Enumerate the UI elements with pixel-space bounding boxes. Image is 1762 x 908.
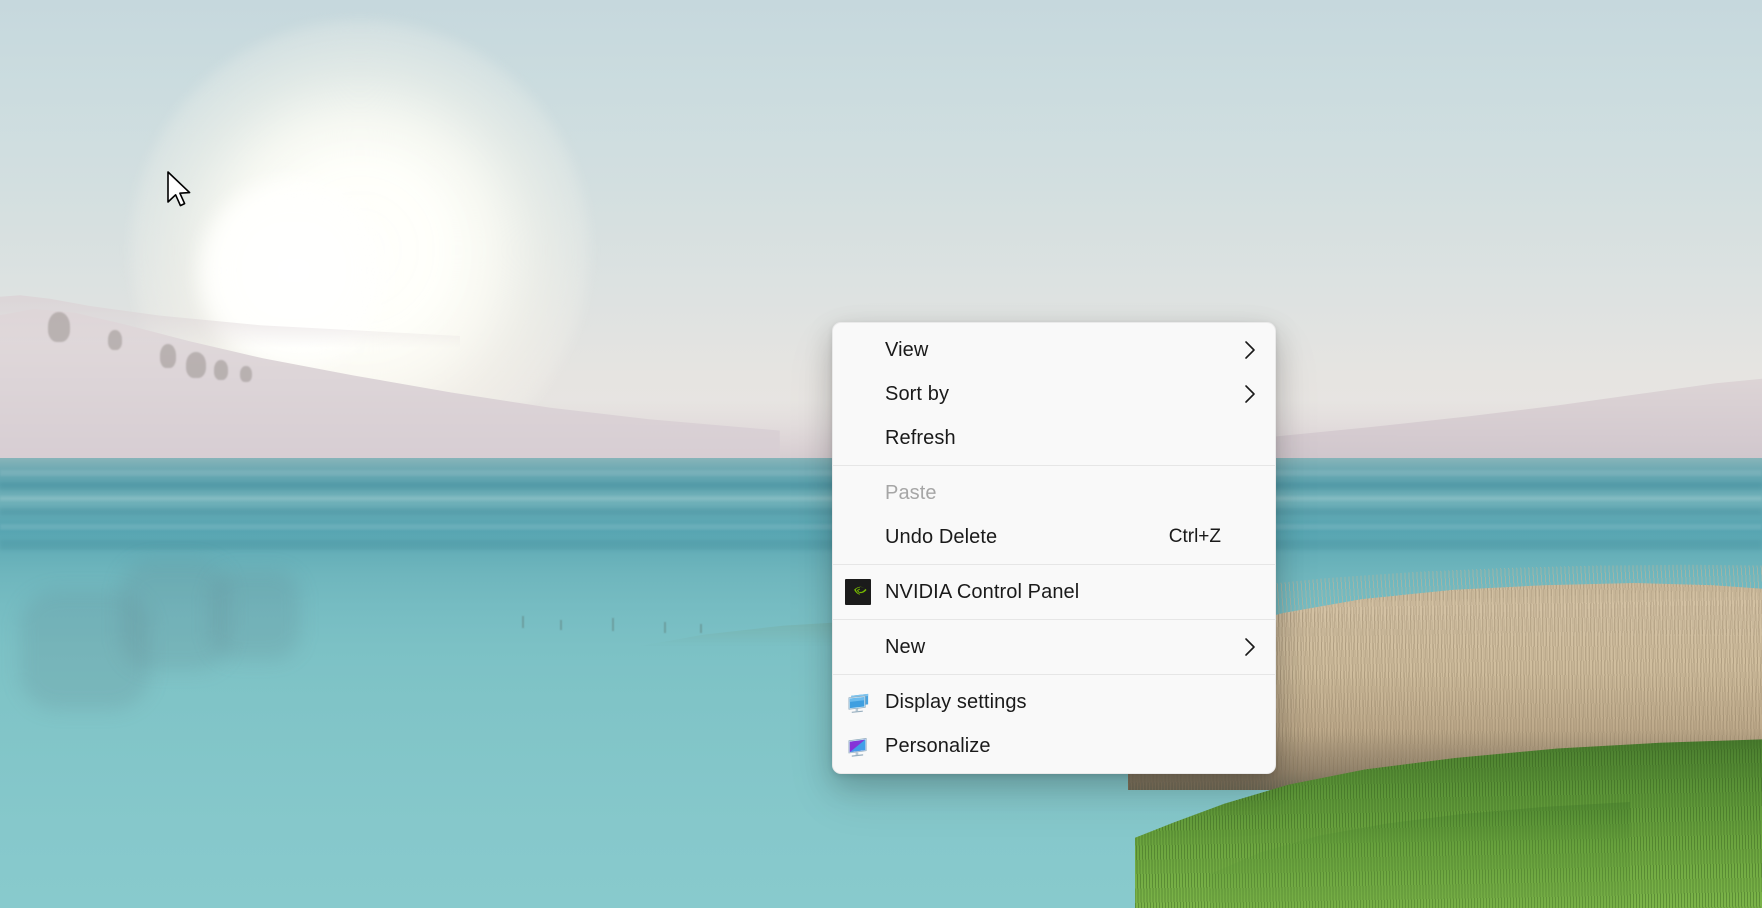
wallpaper-tree <box>186 352 206 378</box>
desktop[interactable]: View Sort by Refresh <box>0 0 1762 908</box>
chevron-placeholder <box>1239 581 1261 603</box>
menu-item-icon-placeholder <box>845 634 871 660</box>
chevron-placeholder <box>1239 526 1261 548</box>
menu-group-clipboard: Paste Undo Delete Ctrl+Z <box>833 471 1275 559</box>
wallpaper-reed-speck <box>664 622 666 633</box>
chevron-placeholder <box>1239 427 1261 449</box>
menu-item-icon-placeholder <box>845 480 871 506</box>
wallpaper-reed-speck <box>612 618 614 631</box>
wallpaper-reed-speck <box>560 620 562 630</box>
wallpaper-tree <box>108 330 122 350</box>
personalize-icon <box>846 734 871 759</box>
wallpaper-tree <box>48 312 70 342</box>
menu-item-label: NVIDIA Control Panel <box>885 582 1229 602</box>
menu-item-new[interactable]: New <box>833 625 1275 669</box>
menu-item-icon-placeholder <box>845 425 871 451</box>
menu-item-display-settings[interactable]: Display settings <box>833 680 1275 724</box>
menu-item-nvidia-control-panel[interactable]: NVIDIA Control Panel <box>833 570 1275 614</box>
wallpaper-reflection <box>210 570 300 660</box>
chevron-placeholder <box>1239 691 1261 713</box>
chevron-placeholder <box>1239 735 1261 757</box>
menu-item-label: Paste <box>885 483 1229 503</box>
menu-item-label: New <box>885 637 1229 657</box>
menu-item-personalize[interactable]: Personalize <box>833 724 1275 768</box>
menu-item-label: Display settings <box>885 692 1229 712</box>
menu-separator <box>833 564 1275 565</box>
menu-item-icon-placeholder <box>845 524 871 550</box>
menu-item-icon-placeholder <box>845 381 871 407</box>
wallpaper-reed-speck <box>522 616 524 628</box>
menu-item-label: Personalize <box>885 736 1229 756</box>
chevron-right-icon <box>1239 636 1261 658</box>
menu-group-view: View Sort by Refresh <box>833 328 1275 460</box>
menu-item-refresh[interactable]: Refresh <box>833 416 1275 460</box>
menu-group-settings: Display settings <box>833 680 1275 768</box>
menu-item-view[interactable]: View <box>833 328 1275 372</box>
display-settings-icon <box>846 690 871 715</box>
menu-item-label: View <box>885 340 1229 360</box>
menu-item-icon <box>845 579 871 605</box>
menu-item-label: Sort by <box>885 384 1229 404</box>
wallpaper-tree <box>214 360 228 380</box>
menu-item-undo-delete[interactable]: Undo Delete Ctrl+Z <box>833 515 1275 559</box>
menu-separator <box>833 619 1275 620</box>
nvidia-icon <box>845 579 871 605</box>
menu-separator <box>833 465 1275 466</box>
menu-item-label: Undo Delete <box>885 527 1151 547</box>
wallpaper-reed-speck <box>700 624 702 633</box>
menu-separator <box>833 674 1275 675</box>
menu-item-icon-placeholder <box>845 337 871 363</box>
menu-group-nvidia: NVIDIA Control Panel <box>833 570 1275 614</box>
chevron-right-icon <box>1239 383 1261 405</box>
menu-item-accelerator: Ctrl+Z <box>1169 526 1221 548</box>
menu-item-paste: Paste <box>833 471 1275 515</box>
menu-group-new: New <box>833 625 1275 669</box>
chevron-right-icon <box>1239 339 1261 361</box>
desktop-context-menu[interactable]: View Sort by Refresh <box>832 322 1276 774</box>
menu-item-sort-by[interactable]: Sort by <box>833 372 1275 416</box>
wallpaper-tree <box>240 366 252 382</box>
wallpaper-tree <box>160 344 176 368</box>
menu-item-label: Refresh <box>885 428 1229 448</box>
chevron-placeholder <box>1239 482 1261 504</box>
menu-item-icon <box>845 689 871 715</box>
menu-item-icon <box>845 733 871 759</box>
